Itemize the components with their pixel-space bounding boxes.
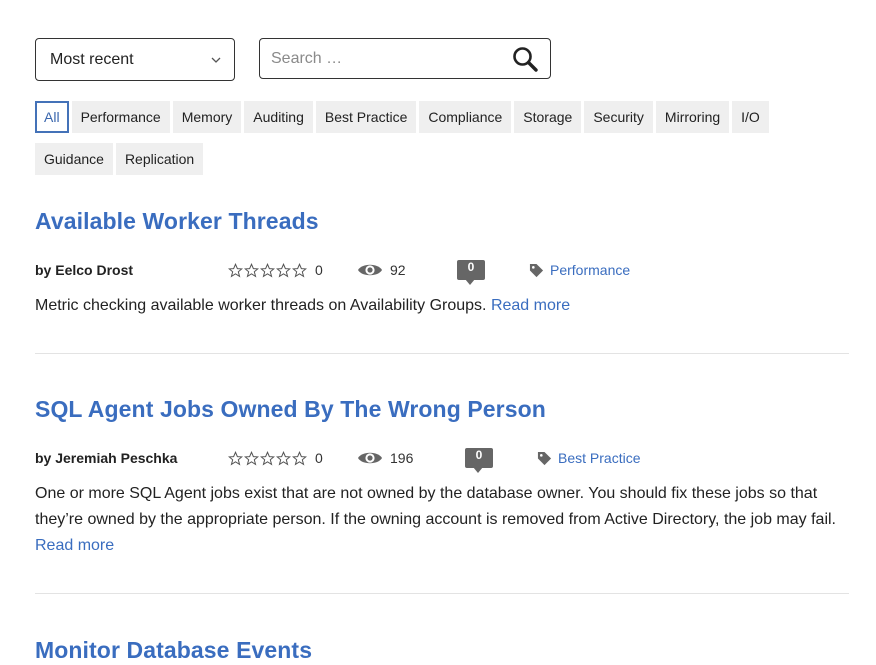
- tag-link[interactable]: Performance: [550, 262, 630, 278]
- post-title-link[interactable]: Available Worker Threads: [35, 208, 849, 235]
- comment-count[interactable]: 0: [465, 446, 493, 473]
- star-outline-icon[interactable]: [276, 262, 291, 278]
- post-meta: by Jeremiah Peschka 0 196 0 Best Practic…: [35, 446, 849, 473]
- filter-mirroring[interactable]: Mirroring: [655, 101, 730, 133]
- star-outline-icon[interactable]: [244, 450, 259, 466]
- sort-select[interactable]: Most recent: [35, 38, 235, 81]
- list-controls: Most recent: [35, 38, 551, 81]
- star-outline-icon[interactable]: [260, 450, 275, 466]
- chevron-down-icon: [211, 57, 221, 63]
- filter-storage[interactable]: Storage: [514, 101, 582, 133]
- comment-bubble-icon: 0: [457, 260, 485, 285]
- view-count: 196: [357, 446, 413, 470]
- filter-memory[interactable]: Memory: [172, 101, 242, 133]
- post-excerpt: Metric checking available worker threads…: [35, 293, 849, 319]
- tag-icon: [537, 451, 552, 465]
- tag-link[interactable]: Best Practice: [558, 450, 640, 466]
- rating: 0: [228, 258, 323, 282]
- star-outline-icon[interactable]: [228, 450, 243, 466]
- view-count: 92: [357, 258, 406, 282]
- post-item: SQL Agent Jobs Owned By The Wrong Person…: [35, 396, 849, 559]
- eye-icon: [358, 264, 382, 276]
- filter-security[interactable]: Security: [584, 101, 653, 133]
- star-outline-icon[interactable]: [260, 262, 275, 278]
- rating-count: 0: [315, 450, 323, 466]
- comment-count-value: 0: [467, 260, 475, 274]
- filter-best-practice[interactable]: Best Practice: [315, 101, 417, 133]
- post-author: by Jeremiah Peschka: [35, 450, 178, 466]
- star-outline-icon[interactable]: [228, 262, 243, 278]
- view-count-value: 196: [390, 450, 414, 466]
- filter-compliance[interactable]: Compliance: [419, 101, 512, 133]
- post-excerpt: One or more SQL Agent jobs exist that ar…: [35, 481, 849, 559]
- star-outline-icon[interactable]: [244, 262, 259, 278]
- rating-count: 0: [315, 262, 323, 278]
- tag-icon: [529, 263, 544, 277]
- comment-count-value: 0: [475, 448, 483, 462]
- comment-count[interactable]: 0: [457, 258, 485, 285]
- read-more-link[interactable]: Read more: [35, 537, 114, 554]
- read-more-link[interactable]: Read more: [491, 297, 570, 314]
- excerpt-text: One or more SQL Agent jobs exist that ar…: [35, 485, 836, 528]
- category-filters: All Performance Memory Auditing Best Pra…: [35, 101, 815, 175]
- rating: 0: [228, 446, 323, 470]
- post-tag: Performance: [529, 258, 630, 282]
- rating-stars[interactable]: [228, 262, 307, 278]
- filter-replication[interactable]: Replication: [115, 143, 204, 175]
- post-title-link[interactable]: SQL Agent Jobs Owned By The Wrong Person: [35, 396, 849, 423]
- view-count-value: 92: [390, 262, 406, 278]
- filter-guidance[interactable]: Guidance: [35, 143, 113, 175]
- post-author: by Eelco Drost: [35, 262, 134, 278]
- star-outline-icon[interactable]: [276, 450, 291, 466]
- post-item: Available Worker Threads by Eelco Drost …: [35, 208, 849, 319]
- post-tag: Best Practice: [537, 446, 640, 470]
- excerpt-text: Metric checking available worker threads…: [35, 297, 487, 314]
- post-meta: by Eelco Drost 0 92 0 Performance: [35, 258, 849, 285]
- rating-stars[interactable]: [228, 450, 307, 466]
- search-icon[interactable]: [512, 46, 538, 72]
- filter-io[interactable]: I/O: [732, 101, 769, 133]
- filter-auditing[interactable]: Auditing: [244, 101, 313, 133]
- post-divider: [35, 353, 849, 354]
- post-item: Monitor Database Events: [35, 637, 849, 664]
- post-divider: [35, 593, 849, 594]
- filter-performance[interactable]: Performance: [71, 101, 170, 133]
- eye-icon: [358, 452, 382, 464]
- star-outline-icon[interactable]: [292, 450, 307, 466]
- comment-bubble-icon: 0: [465, 448, 493, 473]
- sort-select-value: Most recent: [50, 50, 134, 68]
- search-input[interactable]: [271, 49, 512, 68]
- star-outline-icon[interactable]: [292, 262, 307, 278]
- search-box: [259, 38, 551, 79]
- post-title-link[interactable]: Monitor Database Events: [35, 637, 849, 664]
- filter-all[interactable]: All: [35, 101, 69, 133]
